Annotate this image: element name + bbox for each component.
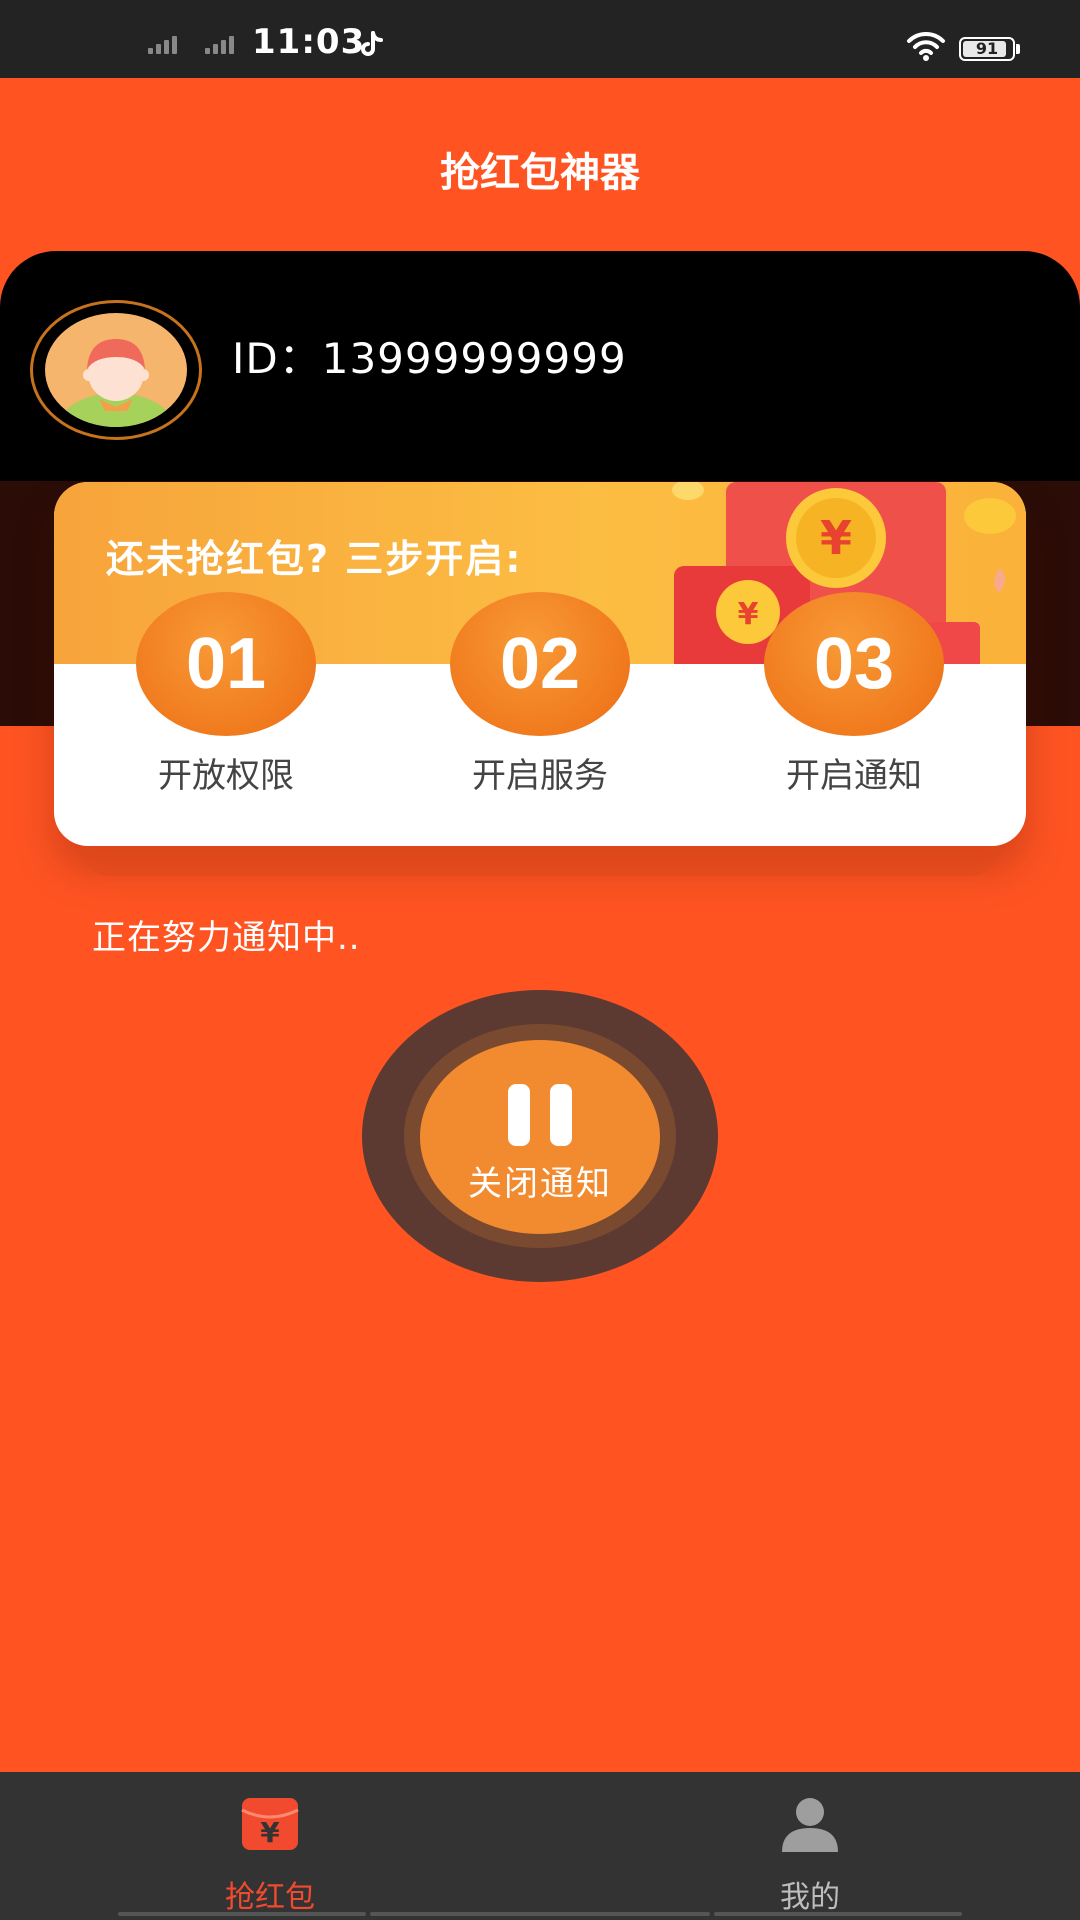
status-bar: 11:03 91 <box>0 0 1080 78</box>
tab-label: 我的 <box>780 1880 840 1915</box>
avatar-illustration-icon <box>56 339 176 427</box>
battery-icon: 91 <box>959 37 1015 61</box>
svg-text:¥: ¥ <box>820 511 852 565</box>
user-icon <box>782 1798 838 1852</box>
pause-icon <box>508 1084 572 1146</box>
steps-card: ¥ ¥ 还未抢红包? 三步开启: 01 开放权限 02 开启服务 03 开启通知 <box>54 482 1026 846</box>
wifi-icon <box>907 31 945 61</box>
status-time: 11:03 <box>252 22 366 62</box>
tab-bar: ¥ 抢红包 我的 <box>0 1772 1080 1920</box>
battery-tip <box>1016 44 1020 54</box>
step-label: 开启服务 <box>472 756 608 796</box>
toggle-label: 关闭通知 <box>468 1164 612 1204</box>
avatar[interactable] <box>30 300 202 440</box>
red-envelope-icon: ¥ <box>241 1798 299 1850</box>
step-label: 开启通知 <box>786 756 922 796</box>
step-number: 02 <box>450 592 630 736</box>
tab-mine[interactable]: 我的 <box>660 1772 960 1920</box>
user-id: ID：13999999999 <box>232 334 627 383</box>
steps-headline: 还未抢红包? 三步开启: <box>106 537 523 581</box>
home-indicator <box>714 1912 962 1916</box>
close-notification-button[interactable]: 关闭通知 <box>420 1040 660 1234</box>
page-title: 抢红包神器 <box>440 150 640 196</box>
card-shadow <box>80 846 1000 876</box>
tiktok-icon <box>361 31 383 56</box>
step-number: 01 <box>136 592 316 736</box>
step-item[interactable]: 01 开放权限 <box>126 592 326 797</box>
step-item[interactable]: 03 开启通知 <box>754 592 954 797</box>
signal-icon <box>148 30 177 54</box>
step-label: 开放权限 <box>158 756 294 796</box>
home-indicator <box>118 1912 366 1916</box>
step-number: 03 <box>764 592 944 736</box>
signal-icon <box>205 30 234 54</box>
tab-grab-red-envelope[interactable]: ¥ 抢红包 <box>120 1772 420 1920</box>
home-indicator <box>370 1912 710 1916</box>
notify-status-text: 正在努力通知中.. <box>92 918 361 958</box>
battery-level: 91 <box>975 39 999 58</box>
svg-text:¥: ¥ <box>260 1816 280 1849</box>
tab-label: 抢红包 <box>225 1880 315 1915</box>
step-item[interactable]: 02 开启服务 <box>440 592 640 797</box>
